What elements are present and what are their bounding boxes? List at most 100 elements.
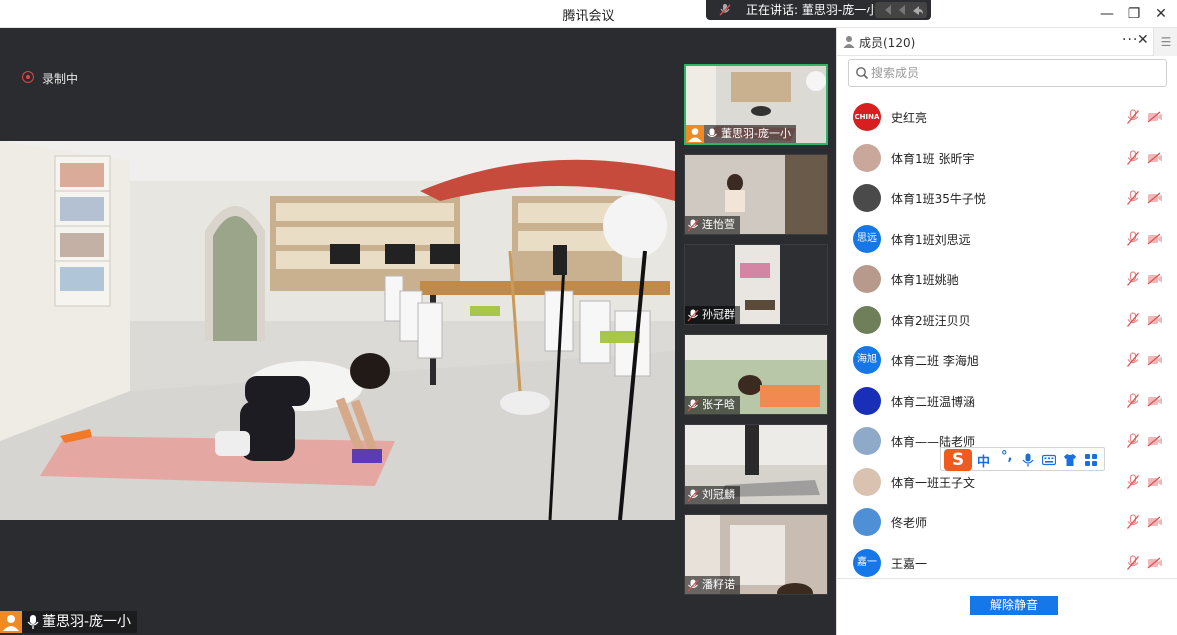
skin-shirt-icon[interactable] (1063, 453, 1077, 467)
member-row[interactable]: 海旭 体育二班 李海旭 (837, 340, 1177, 380)
more-options-button[interactable]: ··· (1122, 32, 1138, 48)
thumbnail-name: 潘籽诺 (702, 578, 735, 591)
thumbnail-name: 刘冠麟 (702, 488, 735, 501)
member-avatar (853, 427, 881, 455)
camera-off-icon[interactable] (1147, 557, 1163, 569)
camera-off-icon[interactable] (1147, 516, 1163, 528)
thumbnail-name: 孙冠群 (702, 308, 735, 321)
thumbnail-tile[interactable]: 孙冠群 (684, 244, 828, 325)
member-avatar (853, 386, 881, 415)
thumbnail-label: 董思羽-庞一小 (686, 125, 796, 143)
mic-muted-icon (719, 4, 731, 16)
speaking-text: 正在讲话: 董思羽-庞一小; (746, 3, 883, 17)
speaking-controls[interactable] (875, 2, 927, 18)
mic-on-icon (27, 615, 39, 629)
mic-muted-icon[interactable] (1126, 149, 1140, 166)
camera-off-icon[interactable] (1147, 354, 1163, 366)
member-name: 史红亮 (891, 111, 928, 125)
recording-label: 录制中 (42, 72, 79, 86)
mic-muted-icon[interactable] (1126, 433, 1140, 449)
video-frame-image (0, 141, 675, 520)
thumbnail-tile[interactable]: 张子晗 (684, 334, 828, 415)
mic-on-icon (707, 128, 717, 137)
camera-off-icon[interactable] (1147, 395, 1163, 407)
close-window-button[interactable]: ✕ (1152, 5, 1170, 23)
mic-muted-icon[interactable] (1126, 230, 1140, 247)
camera-off-icon[interactable] (1147, 476, 1163, 488)
thumbnail-tile[interactable]: 连怡萱 (684, 154, 828, 235)
minimize-button[interactable]: — (1098, 5, 1116, 23)
mic-muted-icon (687, 219, 699, 231)
sogou-logo-icon[interactable]: S (944, 449, 972, 471)
member-avatar (853, 305, 881, 334)
mic-muted-icon[interactable] (1126, 352, 1140, 368)
thumbnail-tile[interactable]: 潘籽诺 (684, 514, 828, 595)
thumbnail-label: 潘籽诺 (685, 576, 740, 594)
member-avatar (853, 467, 881, 496)
main-video-stage: 录制中 董思羽-庞一小 (0, 28, 675, 635)
thumbnail-tile[interactable]: 董思羽-庞一小 (684, 64, 828, 145)
member-avatar (853, 143, 881, 172)
member-row[interactable]: 体育2班汪贝贝 (837, 300, 1177, 340)
member-avatar (853, 265, 881, 293)
member-name: 体育1班35牛子悦 (891, 192, 986, 206)
meeting-window: 腾讯会议 正在讲话: 董思羽-庞一小; — ❐ ✕ 录制中 董思羽-庞一小 董思… (0, 0, 1177, 635)
member-name: 体育二班 李海旭 (891, 354, 979, 368)
ime-toolbar[interactable]: S 中 °, (940, 447, 1105, 471)
mic-muted-icon[interactable] (1126, 554, 1140, 571)
camera-off-icon[interactable] (1147, 111, 1163, 123)
member-name: 体育一班王子文 (891, 475, 976, 490)
camera-off-icon[interactable] (1147, 314, 1163, 326)
member-row[interactable]: 体育1班35牛子悦 (837, 178, 1177, 218)
ime-punctuation-mode[interactable]: °, (1001, 449, 1012, 464)
member-avatar (853, 184, 881, 212)
member-row[interactable]: 嘉一 王嘉一 (837, 543, 1177, 583)
members-panel: 成员(120) ··· ✕ ☰ CHINA 史红亮体育1班 张昕宇体育1班35牛子… (836, 28, 1177, 635)
thumbnail-tile[interactable]: 刘冠麟 (684, 424, 828, 505)
member-search-box[interactable] (848, 59, 1167, 87)
member-avatar: 思远 (853, 224, 881, 253)
toolbox-grid-icon[interactable] (1084, 453, 1098, 467)
member-row[interactable]: 体育1班 张昕宇 (837, 138, 1177, 178)
thumbnail-name: 连怡萱 (702, 218, 735, 231)
member-row[interactable]: 思远 体育1班刘思远 (837, 219, 1177, 259)
member-name: 体育1班姚驰 (891, 273, 959, 287)
user-avatar-icon (0, 611, 22, 633)
member-name: 王嘉一 (891, 556, 928, 571)
camera-off-icon[interactable] (1147, 233, 1163, 245)
mic-muted-icon[interactable] (1126, 514, 1140, 530)
active-speaker-name: 董思羽-庞一小 (42, 614, 132, 630)
voice-input-icon[interactable] (1021, 453, 1035, 467)
mic-muted-icon[interactable] (1126, 392, 1140, 409)
member-name: 体育2班汪贝贝 (891, 313, 971, 328)
user-avatar-icon (686, 125, 704, 143)
member-search-input[interactable] (871, 63, 1161, 83)
close-panel-button[interactable]: ✕ (1137, 32, 1149, 48)
thumbnail-name: 董思羽-庞一小 (721, 127, 791, 140)
member-row[interactable]: 体育二班温博涵 (837, 381, 1177, 421)
mic-muted-icon[interactable] (1126, 311, 1140, 328)
unmute-all-button[interactable]: 解除静音 (970, 596, 1058, 615)
maximize-button[interactable]: ❐ (1125, 5, 1143, 23)
mic-muted-icon[interactable] (1126, 473, 1140, 490)
camera-off-icon[interactable] (1147, 435, 1163, 447)
mic-muted-icon[interactable] (1126, 190, 1140, 206)
panel-menu-button[interactable]: ☰ (1153, 28, 1177, 56)
member-row[interactable]: 佟老师 (837, 502, 1177, 542)
mic-muted-icon (687, 489, 699, 501)
member-avatar: CHINA (853, 103, 881, 131)
camera-off-icon[interactable] (1147, 152, 1163, 164)
keyboard-icon[interactable] (1042, 453, 1056, 467)
camera-off-icon[interactable] (1147, 273, 1163, 285)
mic-muted-icon (687, 309, 699, 321)
member-name: 体育二班温博涵 (891, 394, 976, 409)
camera-off-icon[interactable] (1147, 192, 1163, 204)
active-speaker-tag: 董思羽-庞一小 (0, 611, 138, 633)
member-row[interactable]: 体育1班姚驰 (837, 259, 1177, 299)
member-row[interactable]: CHINA 史红亮 (837, 97, 1177, 137)
mic-muted-icon[interactable] (1126, 271, 1140, 287)
ime-language-mode[interactable]: 中 (977, 451, 990, 470)
mic-muted-icon[interactable] (1126, 109, 1140, 125)
search-icon (856, 67, 869, 80)
main-video-feed[interactable] (0, 141, 675, 520)
